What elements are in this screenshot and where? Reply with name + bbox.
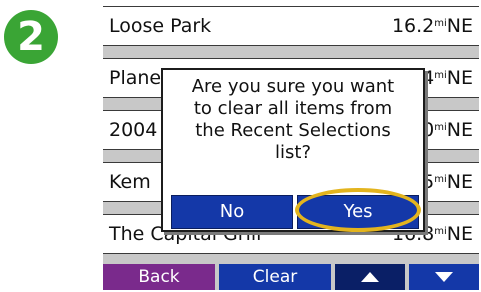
step-number-badge: 2 <box>4 10 58 64</box>
list-item-name: 2004 <box>109 119 158 141</box>
list-item-distance: 0miNE <box>422 119 473 141</box>
list-item-distance: 4miNE <box>422 67 473 89</box>
triangle-down-icon <box>435 272 453 282</box>
clear-button[interactable]: Clear <box>219 264 331 290</box>
yes-highlight-ring <box>295 188 421 232</box>
list-item[interactable]: Loose Park 16.2miNE <box>103 6 479 46</box>
bottom-toolbar: Back Clear <box>103 264 479 290</box>
triangle-up-icon <box>361 272 379 282</box>
back-button[interactable]: Back <box>103 264 215 290</box>
list-item-distance: 5miNE <box>422 171 473 193</box>
scroll-up-button[interactable] <box>335 264 405 290</box>
list-item-name: Plane <box>109 67 162 89</box>
list-item-name: Kem <box>109 171 151 193</box>
list-item-name: Loose Park <box>109 15 212 37</box>
list-item-distance: 16.2miNE <box>391 15 473 37</box>
dialog-message: Are you sure you want to clear all items… <box>191 76 395 163</box>
no-button[interactable]: No <box>171 195 293 229</box>
scroll-down-button[interactable] <box>409 264 479 290</box>
